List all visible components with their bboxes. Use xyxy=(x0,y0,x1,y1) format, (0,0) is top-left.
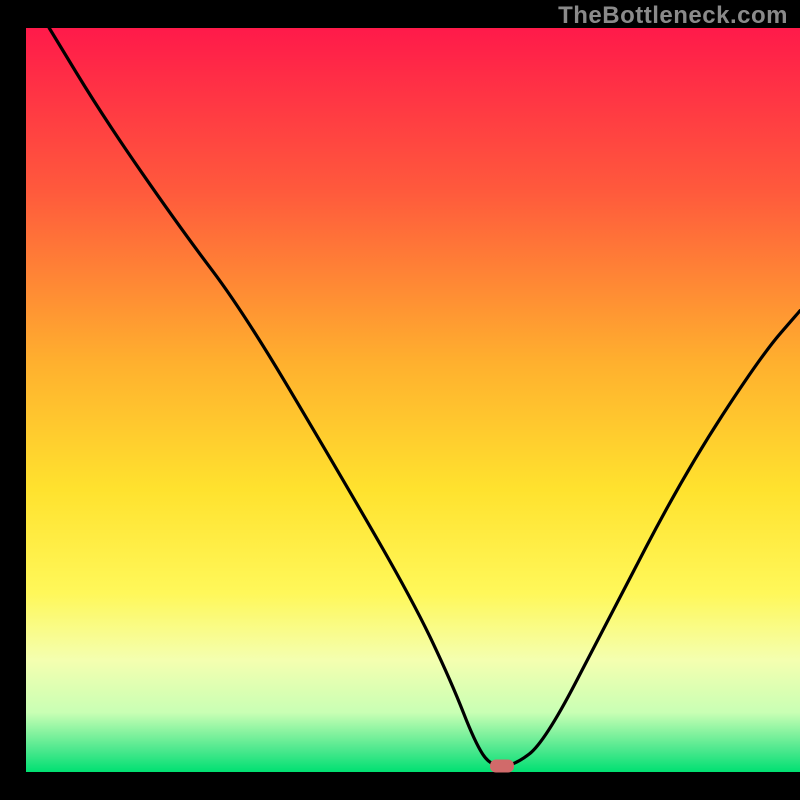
chart-gradient-background xyxy=(26,28,800,772)
watermark-text: TheBottleneck.com xyxy=(558,2,788,30)
bottleneck-chart xyxy=(0,0,800,800)
chart-frame: { "watermark": "TheBottleneck.com", "cha… xyxy=(0,0,800,800)
optimal-point-marker xyxy=(490,760,514,773)
